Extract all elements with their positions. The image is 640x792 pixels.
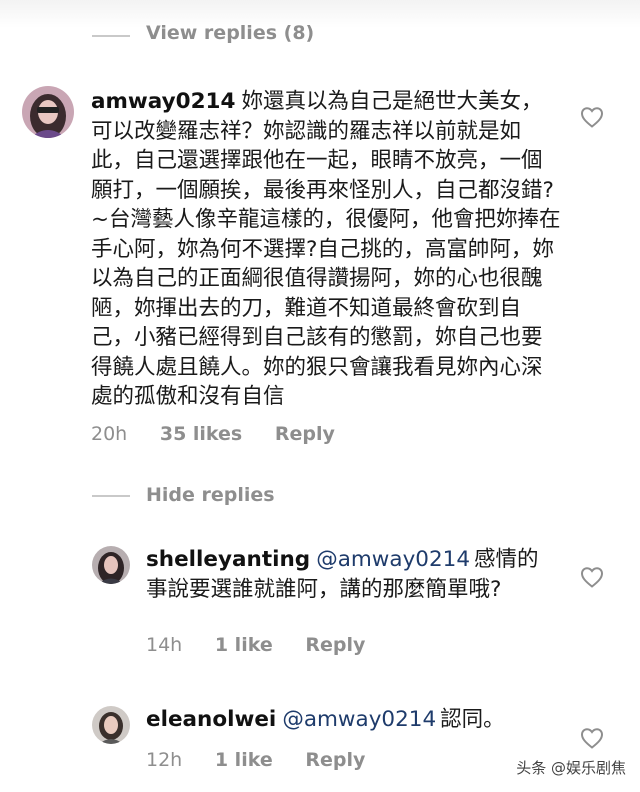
- reply-button[interactable]: Reply: [305, 634, 365, 656]
- reply-mention[interactable]: @amway0214: [282, 707, 436, 732]
- avatar[interactable]: [92, 546, 130, 584]
- reply-mention[interactable]: @amway0214: [316, 547, 470, 572]
- avatar[interactable]: [92, 706, 130, 744]
- avatar-image: [22, 86, 74, 138]
- hide-replies-button[interactable]: Hide replies: [146, 484, 275, 506]
- thread-line: [92, 35, 130, 37]
- watermark: 头条 @娱乐剧焦: [516, 759, 626, 777]
- reply-username[interactable]: shelleyanting: [146, 547, 310, 572]
- heart-outline-icon[interactable]: [580, 106, 604, 128]
- reply-body: 認同。: [440, 707, 505, 732]
- thread-line: [92, 495, 130, 497]
- comment-body: 妳還真以為自己是絕世大美女，可以改變羅志祥？妳認識的羅志祥以前就是如此，自己還選…: [91, 89, 561, 409]
- heart-outline-icon[interactable]: [580, 727, 604, 749]
- avatar[interactable]: [22, 86, 74, 138]
- comment-likes[interactable]: 35 likes: [160, 423, 242, 445]
- view-replies-button[interactable]: View replies (8): [146, 22, 314, 44]
- top-fade: [0, 0, 640, 28]
- reply-time: 14h: [146, 634, 183, 656]
- comment-meta: 20h 35 likes Reply: [91, 423, 335, 445]
- reply-time: 12h: [146, 749, 183, 771]
- reply-text: eleanolwei @amway0214 認同。: [146, 705, 556, 735]
- reply-likes[interactable]: 1 like: [215, 749, 273, 771]
- reply-username[interactable]: eleanolwei: [146, 707, 276, 732]
- reply-likes[interactable]: 1 like: [215, 634, 273, 656]
- reply-text: shelleyanting @amway0214 感情的事說要選誰就誰阿，講的那麼簡…: [146, 545, 556, 604]
- reply-meta: 14h 1 like Reply: [146, 634, 365, 656]
- heart-outline-icon[interactable]: [580, 566, 604, 588]
- comment-text: amway0214 妳還真以為自己是絕世大美女，可以改變羅志祥？妳認識的羅志祥以前…: [91, 87, 561, 412]
- comment-time: 20h: [91, 423, 128, 445]
- reply-button[interactable]: Reply: [275, 423, 335, 445]
- reply-meta: 12h 1 like Reply: [146, 749, 365, 771]
- reply-button[interactable]: Reply: [305, 749, 365, 771]
- avatar-image: [92, 546, 130, 584]
- avatar-image: [92, 706, 130, 744]
- comment-username[interactable]: amway0214: [91, 89, 235, 114]
